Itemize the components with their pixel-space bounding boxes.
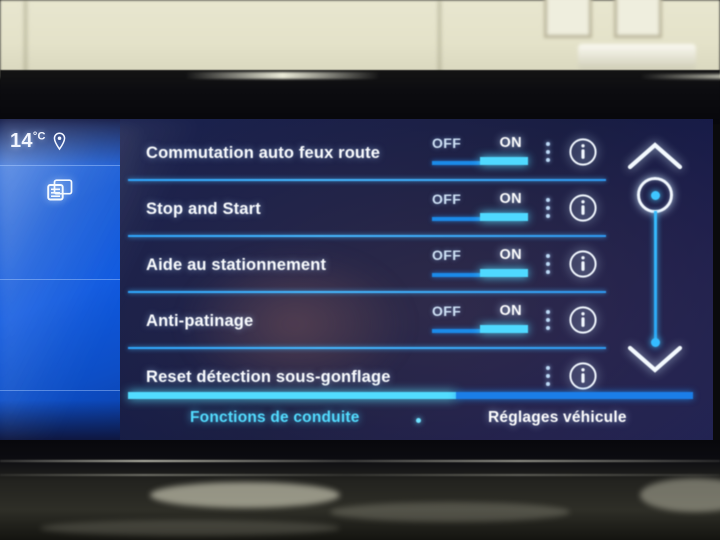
status-bar: 14°C <box>10 130 67 153</box>
toggle-switch[interactable]: OFF ON <box>432 303 528 337</box>
info-circle-icon[interactable] <box>568 361 598 391</box>
outside-temperature: 14°C <box>10 130 46 152</box>
setting-label: Stop and Start <box>146 199 261 218</box>
toggle-on-label[interactable]: ON <box>499 303 528 319</box>
toggle-switch[interactable]: OFF ON <box>432 135 528 169</box>
bottom-tabbar: Fonctions de conduite Réglages véhicule <box>0 392 713 442</box>
toggle-switch[interactable]: OFF ON <box>432 247 528 281</box>
toggle-on-label[interactable]: ON <box>499 247 528 263</box>
setting-label: Commutation auto feux route <box>146 143 381 162</box>
tab-indicator-inactive <box>455 392 693 399</box>
dashboard-bezel-top <box>0 70 720 124</box>
info-circle-icon[interactable] <box>568 137 598 167</box>
location-pin-icon <box>52 132 67 151</box>
setting-label: Aide au stationnement <box>146 255 327 274</box>
tab-indicator-active <box>128 392 456 399</box>
setting-label: Anti-patinage <box>146 311 254 330</box>
toggle-off-label[interactable]: OFF <box>432 303 461 319</box>
vertical-dots-icon[interactable] <box>546 254 551 278</box>
dashboard-bezel-bottom <box>0 440 720 540</box>
background-room <box>0 0 720 78</box>
vertical-dots-icon[interactable] <box>546 198 551 222</box>
toggle-off-label[interactable]: OFF <box>432 247 461 263</box>
toggle-track <box>432 269 528 277</box>
toggle-off-label[interactable]: OFF <box>432 191 461 207</box>
tab-separator-dot <box>416 418 421 423</box>
info-circle-icon[interactable] <box>568 305 598 335</box>
info-circle-icon[interactable] <box>568 193 598 223</box>
sidebar-item-apps[interactable] <box>0 165 120 215</box>
table-row[interactable]: Anti-patinage OFF ON <box>128 293 598 349</box>
toggle-track <box>432 213 528 221</box>
table-row[interactable]: Stop and Start OFF ON <box>128 181 598 237</box>
infotainment-screen: 14°C Commutation auto feux route OFF ON … <box>0 119 713 442</box>
chevron-down-icon[interactable] <box>626 344 684 374</box>
toggle-on-label[interactable]: ON <box>499 135 528 151</box>
tab-indicator-track <box>128 392 693 399</box>
info-circle-icon[interactable] <box>568 249 598 279</box>
toggle-off-label[interactable]: OFF <box>432 135 461 151</box>
photo-of-car-infotainment-screen: 14°C Commutation auto feux route OFF ON … <box>0 0 720 540</box>
toggle-switch[interactable]: OFF ON <box>432 191 528 225</box>
chevron-up-icon[interactable] <box>626 141 684 171</box>
stacked-cards-icon <box>47 179 73 201</box>
vertical-dots-icon[interactable] <box>546 310 551 334</box>
toggle-on-label[interactable]: ON <box>499 191 528 207</box>
toggle-track <box>432 157 528 165</box>
tab-reglages-vehicule[interactable]: Réglages véhicule <box>488 409 627 427</box>
setting-label: Reset détection sous-gonflage <box>146 367 391 386</box>
toggle-track <box>432 325 528 333</box>
vertical-dots-icon[interactable] <box>546 142 551 166</box>
tab-fonctions-de-conduite[interactable]: Fonctions de conduite <box>190 409 360 427</box>
table-row[interactable]: Aide au stationnement OFF ON <box>128 237 598 293</box>
table-row[interactable]: Commutation auto feux route OFF ON <box>128 125 598 181</box>
vertical-dots-icon[interactable] <box>546 366 551 390</box>
scrollbar-track[interactable] <box>650 211 660 347</box>
scrollbar-thumb[interactable] <box>637 177 673 213</box>
